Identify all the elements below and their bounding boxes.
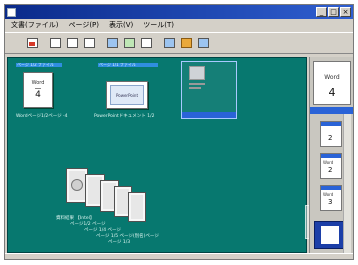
page-picture: [189, 66, 205, 80]
folder-icon: [181, 38, 192, 48]
settings-button[interactable]: [196, 36, 211, 51]
panel-preview-title: Word: [324, 74, 340, 81]
toolbar-separator: [42, 36, 46, 51]
print-button[interactable]: [82, 36, 97, 51]
thumbnail-number: 2: [328, 134, 333, 142]
copy-icon: [107, 38, 118, 48]
thumbnail-number: 3: [328, 198, 333, 206]
panel-thumbnail-3[interactable]: Word 3: [320, 185, 342, 211]
powerpoint-document-header: ページ 1/1 ファイル: [98, 63, 158, 67]
title-bar: _ □ ×: [5, 5, 353, 19]
thumbnail-title: Word: [323, 192, 334, 197]
powerpoint-document-page: PowerPoint: [106, 81, 148, 109]
link-button[interactable]: [65, 36, 80, 51]
maximize-button[interactable]: □: [328, 7, 339, 17]
open-icon: [27, 38, 38, 48]
app-window: _ □ × 文書(ファイル) ページ(P) 表示(V) ツール(T) ページ 1…: [4, 4, 354, 260]
paste-icon: [124, 38, 135, 48]
print-icon: [84, 38, 95, 48]
toolbar: [5, 32, 353, 54]
picture-icon: [141, 38, 152, 48]
fan-page-content: [131, 195, 143, 219]
thumbnail-header: [321, 154, 341, 158]
text-line: [189, 83, 205, 85]
word-document-page: Word 4: [23, 72, 53, 108]
panel-preview-number: 4: [328, 86, 336, 99]
selected-document-bar: [182, 112, 236, 118]
link-icon: [67, 38, 78, 48]
selected-document-page: [182, 62, 214, 99]
toolbar-separator: [99, 36, 103, 51]
selected-thumbnail-page: [321, 226, 339, 244]
menu-bar: 文書(ファイル) ページ(P) 表示(V) ツール(T): [5, 19, 353, 31]
menu-tools[interactable]: ツール(T): [143, 20, 174, 30]
app-icon: [7, 7, 16, 17]
selected-document[interactable]: [181, 61, 237, 119]
powerpoint-slide-title: PowerPoint: [110, 85, 144, 105]
thumbnail-panel: Word 4 2 Word 2 Word 3: [309, 57, 353, 253]
panel-section-bar: [310, 107, 353, 114]
word-card-number: 4: [35, 88, 41, 100]
fan-page[interactable]: [128, 192, 146, 222]
pages-button[interactable]: [48, 36, 63, 51]
chart-thumbnail: [71, 179, 83, 191]
thumbnail-header: [321, 186, 341, 190]
word-document[interactable]: ページ 1/2 ファイル Word 4 Wordページ1/2ページ -4: [16, 63, 68, 133]
panel-selected-thumbnail[interactable]: [314, 221, 344, 249]
thumbnail-title: Word: [323, 160, 334, 165]
picture-button[interactable]: [139, 36, 154, 51]
status-bar: [5, 253, 353, 261]
settings-icon: [198, 38, 209, 48]
minimize-button[interactable]: _: [316, 7, 327, 17]
folder-button[interactable]: [179, 36, 194, 51]
panel-scrollbar[interactable]: [343, 114, 351, 253]
panel-thumbnail-2[interactable]: Word 2: [320, 153, 342, 179]
selected-document-label: [182, 123, 184, 128]
word-document-label: Wordページ1/2ページ -4: [16, 114, 68, 119]
menu-page[interactable]: ページ(P): [68, 20, 99, 30]
panel-preview-card[interactable]: Word 4: [313, 61, 351, 105]
close-button[interactable]: ×: [340, 7, 351, 17]
toolbar-separator: [156, 36, 160, 51]
word-document-header: ページ 1/2 ファイル: [16, 63, 62, 67]
grid-button[interactable]: [162, 36, 177, 51]
powerpoint-document[interactable]: ページ 1/1 ファイル PowerPoint PowerPointドキュメント…: [94, 63, 158, 133]
text-line: [189, 87, 201, 89]
pages-icon: [50, 38, 61, 48]
thumbnail-number: 2: [328, 166, 333, 174]
menu-file[interactable]: 文書(ファイル): [11, 20, 58, 30]
document-canvas[interactable]: ページ 1/2 ファイル Word 4 Wordページ1/2ページ -4 ページ…: [7, 57, 307, 253]
thumbnail-header: [321, 122, 341, 126]
paste-button[interactable]: [122, 36, 137, 51]
powerpoint-document-label: PowerPointドキュメント 1/2: [94, 114, 155, 119]
open-button[interactable]: [25, 36, 40, 51]
copy-button[interactable]: [105, 36, 120, 51]
menu-view[interactable]: 表示(V): [109, 20, 133, 30]
panel-thumbnail-1[interactable]: 2: [320, 121, 342, 147]
grid-icon: [164, 38, 175, 48]
fan-label-line: ページ 1/3: [108, 240, 131, 245]
word-card-title: Word: [31, 80, 45, 86]
